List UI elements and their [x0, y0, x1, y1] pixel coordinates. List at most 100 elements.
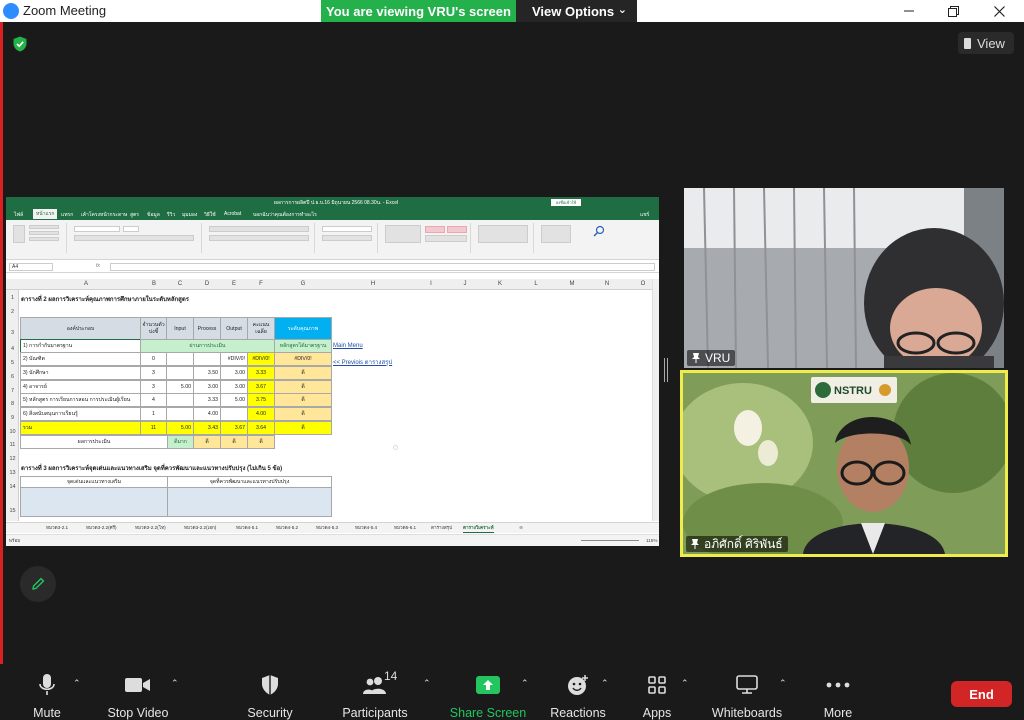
cell-average[interactable]: 3.67 — [247, 380, 275, 394]
result-cell-process[interactable]: ดี — [193, 435, 221, 449]
header-component[interactable]: องค์ประกอบ — [20, 317, 141, 340]
row-header[interactable]: 7 — [6, 388, 19, 394]
row-header[interactable]: 8 — [6, 401, 19, 407]
share-tab[interactable]: แชร์ — [640, 211, 649, 219]
cell-label[interactable]: รวม — [20, 421, 141, 435]
cell-count[interactable]: 11 — [140, 421, 167, 435]
cut-icon[interactable] — [29, 225, 59, 229]
sheet-tab[interactable]: หมวด4-5.2 — [276, 525, 298, 532]
column-header[interactable]: K — [493, 281, 507, 287]
video-tile-vru[interactable]: VRU — [684, 188, 1004, 368]
cell-process[interactable]: 4.00 — [193, 407, 221, 421]
tell-me-box[interactable]: บอกฉันว่าคุณต้องการทำอะไร — [253, 211, 317, 219]
fx-icon[interactable]: fx — [96, 263, 100, 269]
split-resize-handle[interactable] — [664, 358, 668, 382]
cell-level[interactable]: ดี — [274, 421, 332, 435]
add-sheet-icon[interactable]: ⊕ — [519, 525, 523, 531]
shared-screen[interactable]: ผลการการผลิตปี ป.ธ.บ.16 มิถุนายน 2566 08… — [6, 197, 659, 546]
sheet-tab[interactable]: หมวด4-5.4 — [355, 525, 377, 532]
apps-button[interactable]: Apps — [637, 664, 677, 720]
column-header[interactable]: B — [147, 281, 161, 287]
audio-options-caret-icon[interactable]: ⌃ — [73, 678, 81, 689]
cell-output[interactable]: 3.00 — [220, 380, 248, 394]
sheet-tab[interactable]: หมวด3-2.2(โท) — [135, 525, 166, 532]
cell-a4-selected[interactable]: 1) การกำกับมาตรฐาน — [20, 339, 141, 353]
cell-level[interactable]: #DIV/0! — [274, 352, 332, 366]
cell-label[interactable]: 5) หลักสูตร การเรียนการสอน การประเมินผู้… — [20, 393, 141, 407]
column-header[interactable]: M — [565, 281, 579, 287]
cell-output[interactable] — [220, 407, 248, 421]
row-header[interactable]: 1 — [6, 295, 19, 301]
ribbon-tab[interactable]: มุมมอง — [182, 211, 197, 219]
ribbon-tab[interactable]: สูตร — [130, 211, 139, 219]
cell-input[interactable] — [166, 393, 194, 407]
row-header[interactable]: 10 — [6, 429, 19, 435]
cell-label[interactable]: 2) บัณฑิต — [20, 352, 141, 366]
name-box[interactable]: A4 — [9, 263, 53, 271]
cell-average[interactable]: 3.64 — [247, 421, 275, 435]
sheet-tab[interactable]: ตารางสรุป — [431, 525, 452, 532]
style-bad-swatch-2[interactable] — [447, 226, 467, 233]
table3-improvements-cell[interactable] — [167, 487, 332, 517]
column-header[interactable]: C — [173, 281, 187, 287]
header-process[interactable]: Process — [193, 317, 221, 340]
row-header[interactable]: 12 — [6, 456, 19, 462]
table3-strengths-cell[interactable] — [20, 487, 168, 517]
cell-count[interactable]: 3 — [140, 380, 167, 394]
ribbon-tab[interactable]: Acrobat — [224, 211, 241, 217]
row-header[interactable]: 6 — [6, 374, 19, 380]
column-header[interactable]: A — [79, 281, 93, 287]
reactions-caret-icon[interactable]: ⌃ — [601, 678, 609, 689]
cell-output[interactable]: 3.67 — [220, 421, 248, 435]
insert-delete-format-buttons[interactable] — [478, 225, 528, 243]
result-cell-label[interactable]: ผลการประเมิน — [20, 435, 168, 449]
header-quality-level[interactable]: ระดับคุณภาพ — [274, 317, 332, 340]
video-options-caret-icon[interactable]: ⌃ — [171, 678, 179, 689]
participants-caret-icon[interactable]: ⌃ — [423, 678, 431, 689]
view-layout-button[interactable]: View — [958, 32, 1014, 54]
row-header[interactable]: 13 — [6, 470, 19, 476]
cell-process[interactable]: 3.50 — [193, 366, 221, 380]
style-normal-swatch[interactable] — [425, 235, 467, 242]
row-header[interactable]: 11 — [6, 442, 19, 448]
zoom-slider[interactable] — [581, 540, 639, 541]
vertical-scrollbar[interactable] — [652, 279, 659, 521]
column-header[interactable]: I — [424, 281, 438, 287]
result-cell-average[interactable]: ดี — [247, 435, 275, 449]
cell-pass-evaluation[interactable]: ผ่านการประเมิน — [140, 339, 275, 353]
cell-average[interactable]: 3.75 — [247, 393, 275, 407]
paste-icon[interactable] — [13, 225, 25, 243]
font-name-box[interactable] — [74, 226, 120, 232]
ribbon-tab[interactable]: แทรก — [61, 211, 73, 219]
result-cell-input[interactable]: ดีมาก — [167, 435, 194, 449]
column-header[interactable]: G — [296, 281, 310, 287]
copy-icon[interactable] — [29, 231, 59, 235]
cell-output[interactable]: 3.00 — [220, 366, 248, 380]
column-header[interactable]: J — [458, 281, 472, 287]
minimize-button[interactable] — [886, 0, 932, 22]
wrap-text-button[interactable] — [209, 226, 309, 232]
cell-input[interactable] — [166, 366, 194, 380]
end-meeting-button[interactable]: End — [951, 681, 1012, 707]
ribbon-tab-active[interactable]: หน้าแรก — [33, 209, 58, 219]
header-input[interactable]: Input — [166, 317, 194, 340]
close-button[interactable] — [976, 0, 1022, 22]
merge-center-button[interactable] — [209, 235, 309, 241]
cell-process[interactable]: 3.33 — [193, 393, 221, 407]
stop-video-button[interactable]: Stop Video — [104, 664, 172, 720]
excel-sign-in-button[interactable]: ลงชื่อเข้าใช้ — [551, 199, 581, 206]
formula-input[interactable] — [110, 263, 655, 271]
cell-average[interactable]: 3.33 — [247, 366, 275, 380]
result-cell-output[interactable]: ดี — [220, 435, 248, 449]
ribbon-tab[interactable]: ข้อมูล — [147, 211, 160, 219]
column-header[interactable]: D — [200, 281, 214, 287]
row-header[interactable]: 3 — [6, 330, 19, 336]
participants-button[interactable]: 14 Participants — [342, 664, 408, 720]
cell-level[interactable]: ดี — [274, 407, 332, 421]
cell-output[interactable]: 5.00 — [220, 393, 248, 407]
ribbon-tab[interactable]: วิธีใช้ — [204, 211, 216, 219]
cell-standard-met[interactable]: หลักสูตรได้มาตรฐาน — [274, 339, 332, 353]
find-select-icon[interactable] — [593, 225, 605, 237]
row-header[interactable]: 2 — [6, 309, 19, 315]
cell-input[interactable] — [166, 407, 194, 421]
